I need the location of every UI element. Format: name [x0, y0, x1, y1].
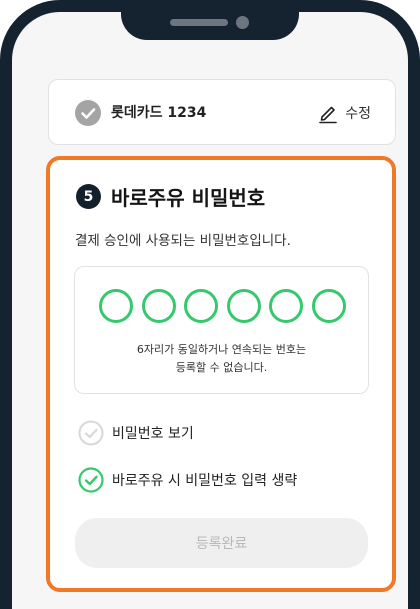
- phone-frame: 롯데카드 1234 수정 5 바로주유 비밀번호 결제 승인에 사용되는 비밀번…: [0, 0, 420, 609]
- front-camera: [236, 16, 249, 29]
- skip-password-checkbox[interactable]: 바로주유 시 비밀번호 입력 생략: [78, 467, 297, 493]
- register-complete-button[interactable]: 등록완료: [75, 518, 368, 568]
- password-panel: 5 바로주유 비밀번호 결제 승인에 사용되는 비밀번호입니다. 6자리가 동일…: [46, 156, 396, 592]
- check-circle-green-icon: [78, 467, 104, 493]
- skip-password-label: 바로주유 시 비밀번호 입력 생략: [112, 473, 298, 489]
- check-circle-outline-icon: [78, 420, 104, 446]
- show-password-label: 비밀번호 보기: [112, 426, 194, 442]
- pin-hint-line-2: 등록할 수 없습니다.: [175, 361, 268, 374]
- card-name: 롯데카드 1234: [111, 105, 207, 121]
- edit-label: 수정: [345, 106, 371, 122]
- pin-digit-6: [311, 289, 346, 323]
- edit-card-button[interactable]: 수정: [317, 100, 371, 126]
- pin-digit-1: [99, 289, 133, 323]
- pin-dots: [99, 289, 346, 325]
- phone-screen: 롯데카드 1234 수정 5 바로주유 비밀번호 결제 승인에 사용되는 비밀번…: [12, 12, 408, 609]
- pin-hint: 6자리가 동일하거나 연속되는 번호는 등록할 수 없습니다.: [75, 341, 368, 377]
- check-circle-icon: [75, 100, 101, 126]
- pin-input-box[interactable]: 6자리가 동일하거나 연속되는 번호는 등록할 수 없습니다.: [74, 266, 369, 394]
- pencil-icon: [319, 106, 338, 124]
- step-badge: 5: [76, 184, 101, 209]
- panel-title: 바로주유 비밀번호: [111, 186, 266, 210]
- selected-card-row[interactable]: 롯데카드 1234 수정: [48, 79, 396, 145]
- panel-description: 결제 승인에 사용되는 비밀번호입니다.: [75, 233, 291, 249]
- pin-digit-5: [269, 289, 304, 323]
- pin-digit-2: [141, 289, 176, 323]
- show-password-checkbox[interactable]: 비밀번호 보기: [78, 420, 194, 446]
- pin-digit-4: [226, 289, 261, 323]
- speaker-grille: [170, 19, 228, 26]
- pin-hint-line-1: 6자리가 동일하거나 연속되는 번호는: [136, 343, 307, 356]
- pin-digit-3: [184, 289, 219, 323]
